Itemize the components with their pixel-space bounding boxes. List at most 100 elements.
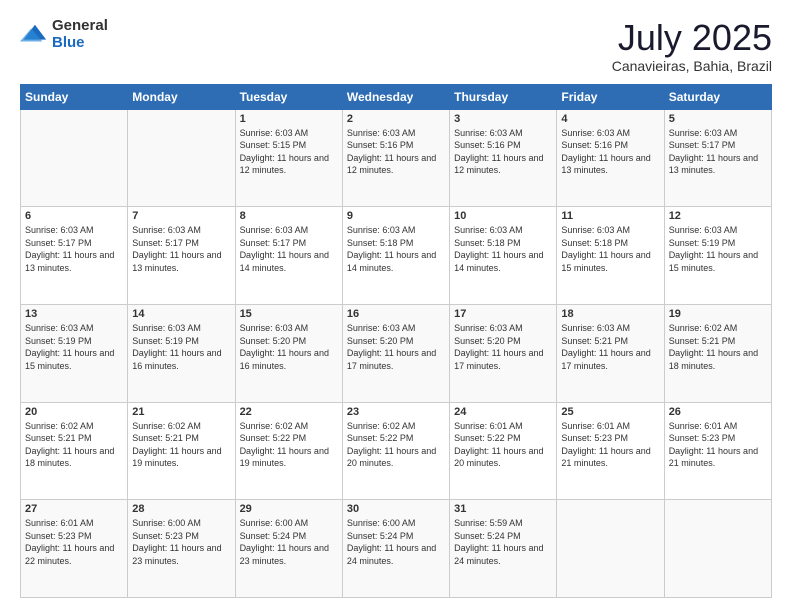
week-row-3: 13 Sunrise: 6:03 AM Sunset: 5:19 PM Dayli… xyxy=(21,304,772,402)
day-number: 4 xyxy=(561,113,659,125)
calendar-header-sunday: Sunday xyxy=(21,84,128,109)
calendar-header-monday: Monday xyxy=(128,84,235,109)
day-number: 7 xyxy=(132,210,230,222)
day-info: Sunrise: 6:03 AM Sunset: 5:16 PM Dayligh… xyxy=(454,127,552,177)
day-info: Sunrise: 6:03 AM Sunset: 5:19 PM Dayligh… xyxy=(132,322,230,372)
day-info: Sunrise: 6:02 AM Sunset: 5:21 PM Dayligh… xyxy=(669,322,767,372)
day-number: 3 xyxy=(454,113,552,125)
calendar-cell: 22Sunrise: 6:02 AM Sunset: 5:22 PM Dayli… xyxy=(235,402,342,500)
calendar-cell: 19 Sunrise: 6:02 AM Sunset: 5:21 PM Dayli… xyxy=(664,304,771,402)
calendar-cell: 20Sunrise: 6:02 AM Sunset: 5:21 PM Dayli… xyxy=(21,402,128,500)
day-info: Sunrise: 6:03 AM Sunset: 5:20 PM Dayligh… xyxy=(240,322,338,372)
calendar-cell xyxy=(128,109,235,207)
calendar-cell: 4 Sunrise: 6:03 AM Sunset: 5:16 PM Daylig… xyxy=(557,109,664,207)
day-info: Sunrise: 6:03 AM Sunset: 5:17 PM Dayligh… xyxy=(25,224,123,274)
calendar-cell: 14Sunrise: 6:03 AM Sunset: 5:19 PM Dayli… xyxy=(128,304,235,402)
day-info: Sunrise: 6:00 AM Sunset: 5:23 PM Dayligh… xyxy=(132,517,230,567)
calendar-cell: 1 Sunrise: 6:03 AM Sunset: 5:15 PM Daylig… xyxy=(235,109,342,207)
day-number: 28 xyxy=(132,503,230,515)
day-info: Sunrise: 6:01 AM Sunset: 5:23 PM Dayligh… xyxy=(25,517,123,567)
day-number: 15 xyxy=(240,308,338,320)
calendar-cell: 13 Sunrise: 6:03 AM Sunset: 5:19 PM Dayli… xyxy=(21,304,128,402)
calendar-cell: 10 Sunrise: 6:03 AM Sunset: 5:18 PM Dayli… xyxy=(450,207,557,305)
day-number: 27 xyxy=(25,503,123,515)
day-info: Sunrise: 6:03 AM Sunset: 5:21 PM Dayligh… xyxy=(561,322,659,372)
day-info: Sunrise: 6:03 AM Sunset: 5:18 PM Dayligh… xyxy=(561,224,659,274)
day-number: 21 xyxy=(132,406,230,418)
calendar-cell: 21 Sunrise: 6:02 AM Sunset: 5:21 PM Dayli… xyxy=(128,402,235,500)
logo-general-text: General xyxy=(52,17,108,34)
day-info: Sunrise: 6:01 AM Sunset: 5:23 PM Dayligh… xyxy=(669,420,767,470)
calendar-cell: 28 Sunrise: 6:00 AM Sunset: 5:23 PM Dayli… xyxy=(128,500,235,598)
day-number: 8 xyxy=(240,210,338,222)
calendar-cell: 23Sunrise: 6:02 AM Sunset: 5:22 PM Dayli… xyxy=(342,402,449,500)
day-info: Sunrise: 6:02 AM Sunset: 5:22 PM Dayligh… xyxy=(347,420,445,470)
calendar-cell: 16Sunrise: 6:03 AM Sunset: 5:20 PM Dayli… xyxy=(342,304,449,402)
logo: General Blue xyxy=(20,18,108,51)
page: General Blue July 2025 Canavieiras, Bahi… xyxy=(0,0,792,612)
logo-text: General Blue xyxy=(52,18,108,51)
day-number: 5 xyxy=(669,113,767,125)
location: Canavieiras, Bahia, Brazil xyxy=(612,58,772,74)
calendar-cell: 26Sunrise: 6:01 AM Sunset: 5:23 PM Dayli… xyxy=(664,402,771,500)
day-info: Sunrise: 6:03 AM Sunset: 5:18 PM Dayligh… xyxy=(454,224,552,274)
day-info: Sunrise: 6:03 AM Sunset: 5:16 PM Dayligh… xyxy=(561,127,659,177)
day-number: 20 xyxy=(25,406,123,418)
calendar-header-row: SundayMondayTuesdayWednesdayThursdayFrid… xyxy=(21,84,772,109)
calendar-cell: 17Sunrise: 6:03 AM Sunset: 5:20 PM Dayli… xyxy=(450,304,557,402)
day-number: 18 xyxy=(561,308,659,320)
day-info: Sunrise: 6:02 AM Sunset: 5:21 PM Dayligh… xyxy=(132,420,230,470)
calendar-cell: 25Sunrise: 6:01 AM Sunset: 5:23 PM Dayli… xyxy=(557,402,664,500)
day-info: Sunrise: 6:03 AM Sunset: 5:19 PM Dayligh… xyxy=(669,224,767,274)
day-info: Sunrise: 6:03 AM Sunset: 5:17 PM Dayligh… xyxy=(669,127,767,177)
calendar-cell: 5 Sunrise: 6:03 AM Sunset: 5:17 PM Daylig… xyxy=(664,109,771,207)
day-number: 25 xyxy=(561,406,659,418)
day-number: 1 xyxy=(240,113,338,125)
day-info: Sunrise: 6:02 AM Sunset: 5:22 PM Dayligh… xyxy=(240,420,338,470)
day-info: Sunrise: 6:00 AM Sunset: 5:24 PM Dayligh… xyxy=(347,517,445,567)
day-info: Sunrise: 6:01 AM Sunset: 5:22 PM Dayligh… xyxy=(454,420,552,470)
day-number: 30 xyxy=(347,503,445,515)
calendar-cell xyxy=(21,109,128,207)
calendar-cell: 31 Sunrise: 5:59 AM Sunset: 5:24 PM Dayli… xyxy=(450,500,557,598)
calendar-header-friday: Friday xyxy=(557,84,664,109)
day-info: Sunrise: 6:03 AM Sunset: 5:19 PM Dayligh… xyxy=(25,322,123,372)
day-info: Sunrise: 5:59 AM Sunset: 5:24 PM Dayligh… xyxy=(454,517,552,567)
calendar-header-wednesday: Wednesday xyxy=(342,84,449,109)
calendar-cell: 18 Sunrise: 6:03 AM Sunset: 5:21 PM Dayli… xyxy=(557,304,664,402)
calendar-header-tuesday: Tuesday xyxy=(235,84,342,109)
calendar-cell xyxy=(557,500,664,598)
calendar-cell: 8 Sunrise: 6:03 AM Sunset: 5:17 PM Daylig… xyxy=(235,207,342,305)
title-block: July 2025 Canavieiras, Bahia, Brazil xyxy=(612,18,772,74)
calendar-cell: 3 Sunrise: 6:03 AM Sunset: 5:16 PM Daylig… xyxy=(450,109,557,207)
day-number: 2 xyxy=(347,113,445,125)
calendar-cell: 9Sunrise: 6:03 AM Sunset: 5:18 PM Daylig… xyxy=(342,207,449,305)
calendar-cell: 27 Sunrise: 6:01 AM Sunset: 5:23 PM Dayli… xyxy=(21,500,128,598)
day-number: 31 xyxy=(454,503,552,515)
calendar-cell: 2 Sunrise: 6:03 AM Sunset: 5:16 PM Daylig… xyxy=(342,109,449,207)
day-number: 13 xyxy=(25,308,123,320)
week-row-5: 27 Sunrise: 6:01 AM Sunset: 5:23 PM Dayli… xyxy=(21,500,772,598)
day-number: 29 xyxy=(240,503,338,515)
day-number: 24 xyxy=(454,406,552,418)
day-info: Sunrise: 6:03 AM Sunset: 5:20 PM Dayligh… xyxy=(454,322,552,372)
day-info: Sunrise: 6:03 AM Sunset: 5:18 PM Dayligh… xyxy=(347,224,445,274)
day-info: Sunrise: 6:03 AM Sunset: 5:17 PM Dayligh… xyxy=(240,224,338,274)
day-info: Sunrise: 6:00 AM Sunset: 5:24 PM Dayligh… xyxy=(240,517,338,567)
day-number: 10 xyxy=(454,210,552,222)
day-info: Sunrise: 6:03 AM Sunset: 5:15 PM Dayligh… xyxy=(240,127,338,177)
day-number: 6 xyxy=(25,210,123,222)
calendar-cell: 24 Sunrise: 6:01 AM Sunset: 5:22 PM Dayli… xyxy=(450,402,557,500)
logo-icon xyxy=(20,21,48,49)
header: General Blue July 2025 Canavieiras, Bahi… xyxy=(20,18,772,74)
calendar-cell xyxy=(664,500,771,598)
day-number: 19 xyxy=(669,308,767,320)
week-row-4: 20 Sunrise: 6:02 AM Sunset: 5:21 PM Dayli… xyxy=(21,402,772,500)
calendar-table: SundayMondayTuesdayWednesdayThursdayFrid… xyxy=(20,84,772,598)
day-info: Sunrise: 6:03 AM Sunset: 5:16 PM Dayligh… xyxy=(347,127,445,177)
calendar-cell: 30 Sunrise: 6:00 AM Sunset: 5:24 PM Dayli… xyxy=(342,500,449,598)
day-info: Sunrise: 6:03 AM Sunset: 5:17 PM Dayligh… xyxy=(132,224,230,274)
calendar-header-saturday: Saturday xyxy=(664,84,771,109)
calendar-header-thursday: Thursday xyxy=(450,84,557,109)
calendar-cell: 15 Sunrise: 6:03 AM Sunset: 5:20 PM Dayli… xyxy=(235,304,342,402)
